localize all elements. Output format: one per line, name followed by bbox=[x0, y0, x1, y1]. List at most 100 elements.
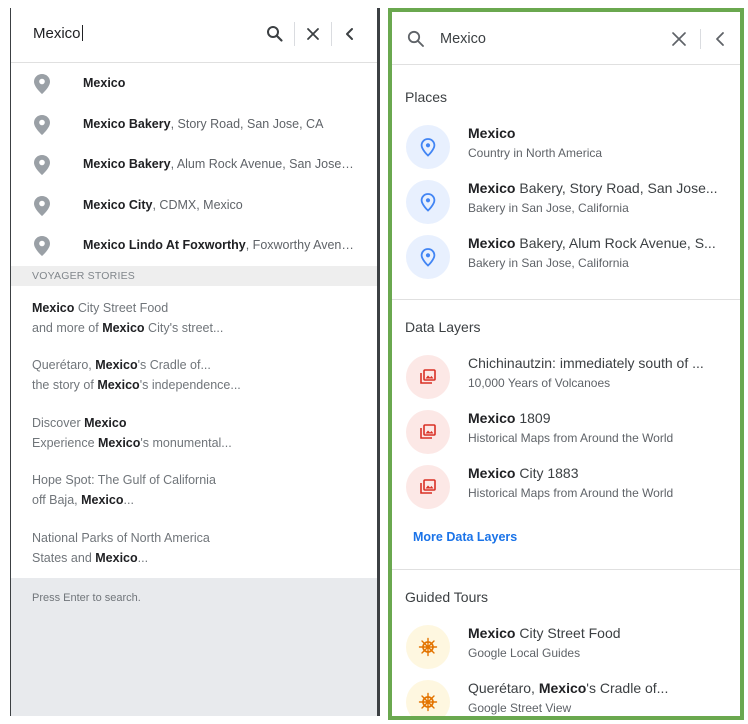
collapse-button[interactable] bbox=[338, 22, 362, 46]
section-title-data-layers: Data Layers bbox=[405, 319, 481, 335]
data-layer-result[interactable]: Chichinautzin: immediately south of ... … bbox=[392, 351, 740, 403]
text-caret bbox=[81, 25, 83, 41]
section-header-voyager: VOYAGER STORIES bbox=[11, 265, 377, 286]
result-subtitle: Country in North America bbox=[468, 146, 603, 160]
suggestion-text: Mexico Lindo At Foxworthy, Foxworthy Ave… bbox=[83, 238, 355, 252]
place-result[interactable]: Mexico Bakery, Alum Rock Avenue, S... Ba… bbox=[392, 231, 740, 283]
layer-icon-badge bbox=[406, 410, 450, 454]
place-icon-badge bbox=[406, 125, 450, 169]
result-subtitle: 10,000 Years of Volcanoes bbox=[468, 376, 611, 390]
suggestion-text: Mexico Bakery, Alum Rock Avenue, San Jos… bbox=[83, 157, 355, 171]
search-hint: Press Enter to search. bbox=[32, 592, 141, 604]
result-title: Mexico Bakery, Story Road, San Jose... bbox=[468, 180, 718, 196]
map-pin-icon bbox=[34, 236, 50, 256]
place-icon bbox=[420, 138, 436, 157]
voyager-story-item[interactable]: Hope Spot: The Gulf of California off Ba… bbox=[11, 458, 377, 516]
search-icon bbox=[267, 26, 283, 42]
place-icon bbox=[420, 248, 436, 267]
data-layer-result[interactable]: Mexico 1809 Historical Maps from Around … bbox=[392, 406, 740, 458]
search-bar: Mexico bbox=[392, 12, 740, 65]
image-layer-icon bbox=[420, 424, 436, 439]
more-data-layers-link[interactable]: More Data Layers bbox=[413, 530, 517, 544]
search-input[interactable]: Mexico bbox=[33, 25, 83, 42]
tour-icon-badge bbox=[406, 625, 450, 669]
result-title: Mexico bbox=[468, 125, 516, 141]
story-title: Mexico City Street Food bbox=[32, 300, 169, 315]
chevron-left-icon bbox=[346, 28, 353, 40]
collapse-button[interactable] bbox=[710, 28, 732, 50]
ship-wheel-icon bbox=[418, 637, 438, 657]
result-subtitle: Historical Maps from Around the World bbox=[468, 486, 674, 500]
voyager-story-item[interactable]: Mexico City Street Food and more of Mexi… bbox=[11, 286, 377, 344]
suggestion-list: Mexico Mexico Bakery, Story Road, San Jo… bbox=[11, 63, 377, 578]
ship-wheel-icon bbox=[418, 692, 438, 712]
section-divider bbox=[392, 569, 740, 570]
data-layer-result[interactable]: Mexico City 1883 Historical Maps from Ar… bbox=[392, 461, 740, 513]
section-divider bbox=[392, 299, 740, 300]
result-title: Mexico City 1883 bbox=[468, 465, 579, 481]
suggestion-item[interactable]: Mexico Bakery, Story Road, San Jose, CA bbox=[11, 104, 377, 145]
search-icon bbox=[407, 30, 424, 47]
story-title: Discover Mexico bbox=[32, 415, 127, 430]
layer-icon-badge bbox=[406, 465, 450, 509]
divider bbox=[294, 22, 295, 46]
place-icon bbox=[420, 193, 436, 212]
voyager-story-item[interactable]: Discover Mexico Experience Mexico's monu… bbox=[11, 401, 377, 459]
result-title: Chichinautzin: immediately south of ... bbox=[468, 355, 704, 371]
map-pin-icon bbox=[34, 114, 50, 135]
result-subtitle: Historical Maps from Around the World bbox=[468, 431, 674, 445]
layer-icon-badge bbox=[406, 355, 450, 399]
clear-button[interactable] bbox=[301, 22, 325, 46]
divider bbox=[331, 22, 332, 46]
search-panel-old: Mexico Mexico Mexico Bakery, Story Road,… bbox=[10, 8, 380, 716]
search-query-text: Mexico bbox=[33, 25, 81, 42]
section-title-places: Places bbox=[405, 89, 448, 105]
close-icon bbox=[307, 28, 319, 40]
result-title: Mexico 1809 bbox=[468, 410, 551, 426]
guided-tour-result[interactable]: Mexico City Street Food Google Local Gui… bbox=[392, 621, 740, 673]
suggestion-text: Mexico bbox=[83, 76, 126, 90]
guided-tour-result[interactable]: Querétaro, Mexico's Cradle of... Google … bbox=[392, 676, 740, 716]
story-snippet: the story of Mexico's independence... bbox=[32, 378, 241, 392]
suggestion-item[interactable]: Mexico Bakery, Alum Rock Avenue, San Jos… bbox=[11, 144, 377, 185]
suggestion-item[interactable]: Mexico bbox=[11, 63, 377, 104]
search-panel-new: Mexico Places Mexico Country in North Am… bbox=[388, 8, 744, 720]
map-pin-icon bbox=[34, 195, 50, 216]
story-snippet: and more of Mexico City's street... bbox=[32, 320, 224, 335]
result-subtitle: Bakery in San Jose, California bbox=[468, 256, 629, 270]
suggestion-item[interactable]: Mexico Lindo At Foxworthy, Foxworthy Ave… bbox=[11, 225, 377, 266]
place-result[interactable]: Mexico Country in North America bbox=[392, 121, 740, 173]
suggestion-item[interactable]: Mexico City, CDMX, Mexico bbox=[11, 185, 377, 226]
story-snippet: off Baja, Mexico... bbox=[32, 493, 134, 507]
image-layer-icon bbox=[420, 369, 436, 384]
search-bar: Mexico bbox=[11, 8, 377, 63]
voyager-story-item[interactable]: Querétaro, Mexico's Cradle of... the sto… bbox=[11, 343, 377, 401]
result-title: Mexico City Street Food bbox=[468, 625, 621, 641]
result-title: Querétaro, Mexico's Cradle of... bbox=[468, 680, 669, 696]
search-button[interactable] bbox=[263, 22, 287, 46]
image-layer-icon bbox=[420, 479, 436, 494]
story-snippet: Experience Mexico's monumental... bbox=[32, 435, 232, 450]
story-title: National Parks of North America bbox=[32, 530, 210, 545]
voyager-story-item[interactable]: National Parks of North America States a… bbox=[11, 516, 377, 578]
story-snippet: States and Mexico... bbox=[32, 550, 149, 565]
place-icon-badge bbox=[406, 180, 450, 224]
close-icon bbox=[672, 32, 686, 46]
place-icon-badge bbox=[406, 235, 450, 279]
place-result[interactable]: Mexico Bakery, Story Road, San Jose... B… bbox=[392, 176, 740, 228]
search-input[interactable]: Mexico bbox=[440, 31, 486, 47]
result-subtitle: Bakery in San Jose, California bbox=[468, 201, 629, 215]
story-title: Hope Spot: The Gulf of California bbox=[32, 473, 216, 487]
result-subtitle: Google Street View bbox=[468, 701, 572, 715]
result-title: Mexico Bakery, Alum Rock Avenue, S... bbox=[468, 235, 716, 251]
section-title-guided-tours: Guided Tours bbox=[405, 589, 489, 605]
story-title: Querétaro, Mexico's Cradle of... bbox=[32, 358, 211, 372]
map-pin-icon bbox=[34, 155, 50, 175]
divider bbox=[700, 29, 701, 49]
suggestion-text: Mexico Bakery, Story Road, San Jose, CA bbox=[83, 116, 324, 131]
clear-button[interactable] bbox=[668, 28, 690, 50]
tour-icon-badge bbox=[406, 680, 450, 716]
map-pin-icon bbox=[34, 74, 50, 94]
suggestion-text: Mexico City, CDMX, Mexico bbox=[83, 197, 243, 212]
result-subtitle: Google Local Guides bbox=[468, 646, 581, 660]
